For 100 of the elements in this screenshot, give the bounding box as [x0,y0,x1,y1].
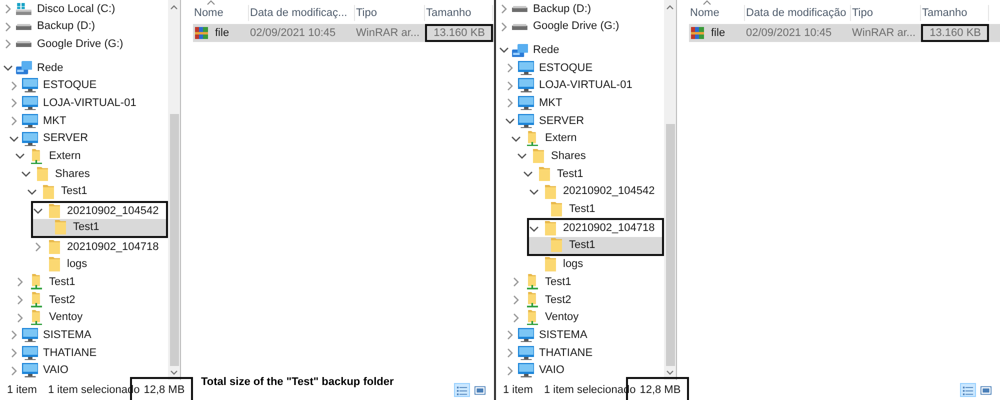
expand-chevron-icon[interactable] [505,348,515,358]
scroll-up-icon[interactable] [666,4,674,10]
collapse-chevron-icon[interactable] [21,169,31,180]
tree-item[interactable]: Ventoy [0,308,168,326]
tree-item[interactable]: Test1 [0,182,168,201]
collapse-chevron-icon[interactable] [9,134,19,144]
expand-chevron-icon[interactable] [33,242,43,252]
tree-item[interactable]: logs [0,256,168,274]
collapse-chevron-icon[interactable] [517,151,527,162]
expand-chevron-icon[interactable] [3,22,13,32]
expand-chevron-icon[interactable] [511,312,521,323]
details-view-button[interactable] [454,383,470,397]
tree-item[interactable]: 20210902_104542 [496,182,664,201]
collapse-chevron-icon[interactable] [3,62,13,73]
tree-item[interactable]: Google Drive (G:) [496,18,664,36]
expand-chevron-icon[interactable] [3,4,13,14]
tree-item[interactable]: 20210902_104542 [33,202,166,220]
tree-item[interactable]: LOJA-VIRTUAL-01 [496,76,664,94]
expand-chevron-icon[interactable] [505,330,515,340]
expand-chevron-icon[interactable] [9,116,19,126]
tree-item[interactable]: Test1 [496,200,664,218]
expand-chevron-icon[interactable] [9,80,19,91]
tree-item[interactable]: Test1 [33,219,166,236]
expand-chevron-icon[interactable] [505,62,515,73]
scroll-down-icon[interactable] [170,370,178,376]
collapse-chevron-icon[interactable] [511,134,521,144]
expand-chevron-icon[interactable] [505,366,515,376]
tree-item[interactable]: Backup (D:) [0,18,168,36]
collapse-chevron-icon[interactable] [15,151,25,162]
tree-item[interactable]: SERVER [0,130,168,148]
tree-item[interactable]: Google Drive (G:) [0,35,168,54]
scrollbar[interactable] [664,0,676,380]
expand-chevron-icon[interactable] [9,330,19,340]
tree-item[interactable]: SISTEMA [496,326,664,344]
tree-item[interactable]: Ventoy [496,308,664,326]
expand-chevron-icon[interactable] [9,366,19,376]
tree-item[interactable]: Test1 [529,236,662,254]
expand-chevron-icon[interactable] [15,312,25,323]
column-header[interactable]: Nome [194,5,224,22]
tree-item[interactable]: SISTEMA [0,326,168,344]
shared-folder-icon [526,292,538,308]
expand-chevron-icon[interactable] [15,277,25,288]
tree-item[interactable]: VAIO [496,362,664,380]
tree-item[interactable]: Disco Local (C:) [0,0,168,18]
scroll-down-icon[interactable] [666,370,674,376]
tree-item[interactable]: Shares [0,165,168,183]
expand-chevron-icon[interactable] [499,22,509,32]
tree-item[interactable]: 20210902_104718 [529,220,662,237]
column-header[interactable]: Nome [690,5,720,22]
tree-item[interactable]: ESTOQUE [0,76,168,94]
collapse-chevron-icon[interactable] [505,116,515,126]
shared-folder-icon [30,274,42,290]
tree-item[interactable]: Test1 [0,273,168,291]
expand-chevron-icon[interactable] [511,294,521,305]
expand-chevron-icon[interactable] [9,348,19,358]
expand-chevron-icon[interactable] [499,4,509,14]
expand-chevron-icon[interactable] [505,98,515,108]
tree-item[interactable]: Test1 [496,165,664,183]
tree-item[interactable]: THATIANE [496,344,664,362]
tree-item[interactable]: Extern [0,148,168,166]
tree-item[interactable]: logs [496,256,664,274]
tree-item[interactable]: Rede [0,59,168,77]
collapse-chevron-icon[interactable] [499,45,509,56]
tree-item[interactable]: 20210902_104718 [0,238,168,256]
tree-item[interactable]: MKT [496,94,664,112]
column-header[interactable]: Data de modificaç... [250,5,348,22]
tree-item[interactable]: Extern [496,130,664,148]
column-header[interactable]: Tamanho [922,5,968,22]
column-header[interactable]: Tamanho [426,5,472,22]
tree-item[interactable]: Rede [496,41,664,60]
tree-item[interactable]: Test2 [0,291,168,309]
tree-item[interactable]: ESTOQUE [496,59,664,77]
column-header[interactable]: Tipo [356,5,377,22]
expand-chevron-icon[interactable] [15,294,25,305]
expand-chevron-icon[interactable] [505,80,515,91]
file-row[interactable]: file 02/09/2021 10:45 WinRAR ar... 13.160 KB [193,24,494,42]
file-row[interactable]: file 02/09/2021 10:45 WinRAR ar... 13.160 KB [689,24,1000,42]
collapse-chevron-icon[interactable] [523,169,533,180]
tree-item[interactable]: LOJA-VIRTUAL-01 [0,94,168,112]
expand-chevron-icon[interactable] [3,39,13,50]
folder-icon [36,166,48,182]
tree-item[interactable]: MKT [0,112,168,130]
tree-item[interactable]: Test2 [496,291,664,309]
scroll-up-icon[interactable] [170,4,178,10]
expand-chevron-icon[interactable] [511,277,521,288]
expand-chevron-icon[interactable] [9,98,19,108]
tree-item[interactable]: VAIO [0,362,168,380]
collapse-chevron-icon[interactable] [33,206,43,216]
tree-item[interactable]: Backup (D:) [496,0,664,18]
tree-item[interactable]: SERVER [496,112,664,130]
collapse-chevron-icon[interactable] [529,186,539,197]
collapse-chevron-icon[interactable] [529,224,539,234]
details-view-button[interactable] [960,383,976,397]
collapse-chevron-icon[interactable] [27,186,37,197]
tree-item[interactable]: Shares [496,148,664,166]
tree-item[interactable]: Test1 [496,273,664,291]
scrollbar[interactable] [168,0,180,380]
column-header[interactable]: Tipo [852,5,873,22]
tree-item[interactable]: THATIANE [0,344,168,362]
column-header[interactable]: Data de modificação [746,5,846,22]
